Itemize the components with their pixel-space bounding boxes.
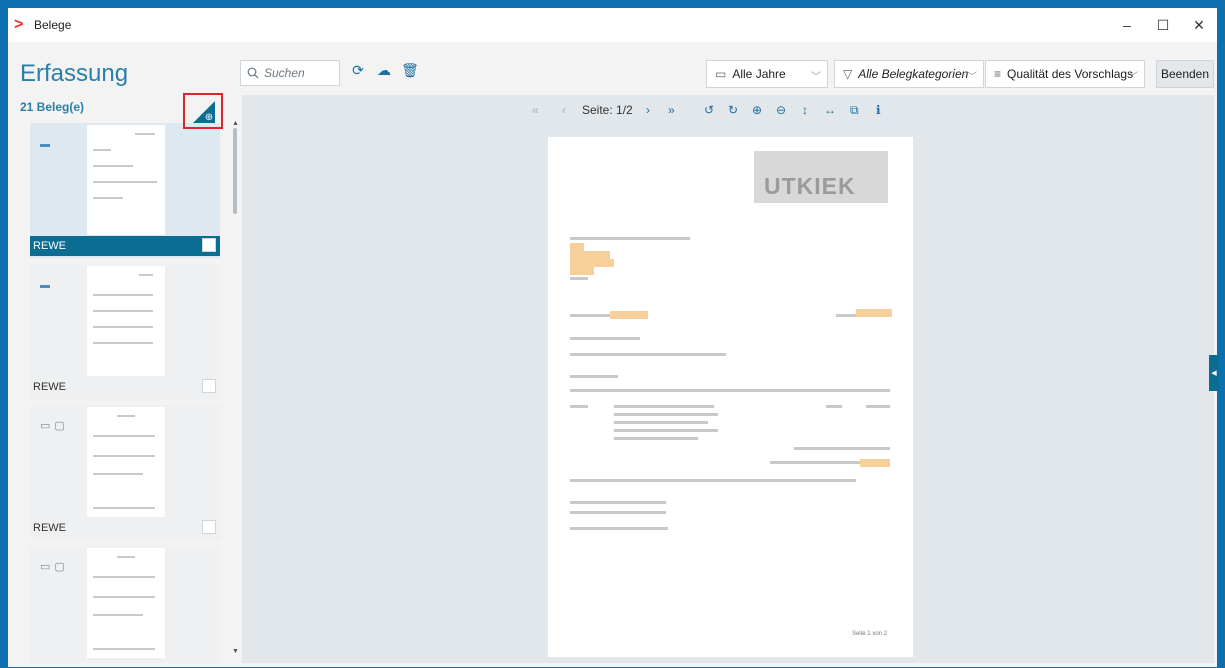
minimize-button[interactable]: – — [1109, 8, 1145, 42]
list-item-label: REWE — [33, 522, 66, 534]
scan-icon: ▬ — [40, 280, 50, 291]
list-item-label: REWE — [33, 381, 66, 393]
list-item[interactable]: ▭▢ — [30, 546, 220, 663]
maximize-button[interactable]: ☐ — [1145, 8, 1181, 42]
title-bar: > Belege – ☐ ✕ — [8, 8, 1217, 42]
categories-dropdown-value: Alle Belegkategorien — [858, 67, 969, 81]
end-button[interactable]: Beenden — [1156, 60, 1214, 88]
years-dropdown-value: Alle Jahre — [732, 67, 786, 81]
add-icon[interactable]: ⊕ — [203, 112, 215, 124]
page-title: Erfassung — [20, 60, 129, 87]
scan-comment-icon: ▭▢ — [40, 420, 69, 432]
logo-subline — [764, 159, 766, 166]
header-toolbar: Erfassung Suchen ⟳ ☁ 🗑 ▭ Alle Jahre ﹀ ▽ … — [8, 48, 1217, 98]
zoom-out-icon[interactable]: ⊖ — [776, 103, 786, 117]
categories-dropdown[interactable]: ▽ Alle Belegkategorien ﹀ — [834, 60, 984, 88]
open-external-icon[interactable]: ⧉ — [850, 103, 859, 118]
list-item[interactable]: ▬ REWE — [30, 264, 220, 399]
select-checkbox[interactable] — [202, 379, 216, 393]
next-page-icon[interactable]: › — [646, 103, 650, 117]
filter-icon: ▽ — [843, 67, 853, 81]
list-item[interactable]: ▬ REWE — [30, 123, 220, 258]
document-count: 21 Beleg(e) — [20, 100, 85, 114]
years-dropdown[interactable]: ▭ Alle Jahre ﹀ — [706, 60, 828, 88]
logo-text: UTKIEK — [764, 173, 856, 199]
close-button[interactable]: ✕ — [1181, 8, 1217, 42]
window-title: Belege — [34, 18, 72, 32]
list-scrollbar[interactable] — [233, 128, 237, 214]
document-footer: Seite 1 von 2 — [851, 631, 887, 637]
document-logo: UTKIEK — [754, 151, 888, 203]
receipt-thumbnail — [87, 125, 165, 235]
chevron-down-icon: ﹀ — [1128, 72, 1138, 83]
selected-item-marker: ⊕ — [183, 93, 223, 129]
receipt-thumbnail — [87, 266, 165, 376]
select-checkbox[interactable] — [202, 238, 216, 252]
fit-height-icon[interactable]: ↕ — [802, 103, 808, 117]
info-icon[interactable]: ℹ — [876, 103, 881, 117]
list-item[interactable]: ▭▢ REWE — [30, 405, 220, 540]
sort-dropdown-value: Qualität des Vorschlags — [1007, 67, 1134, 81]
fit-width-icon[interactable]: ↔ — [824, 103, 836, 117]
chevron-down-icon: ﹀ — [811, 72, 821, 83]
page-indicator: Seite: 1/2 — [582, 103, 633, 117]
receipt-list[interactable]: ▬ REWE ▬ REWE ▭▢ REWE ▭▢ — [20, 118, 242, 663]
calendar-icon: ▭ — [715, 67, 727, 81]
receipt-thumbnail — [87, 407, 165, 517]
first-page-icon[interactable]: « — [532, 103, 539, 117]
sort-icon: ≡ — [994, 67, 1002, 81]
sort-dropdown[interactable]: ≡ Qualität des Vorschlags ﹀ — [985, 60, 1145, 88]
chevron-down-icon: ﹀ — [967, 72, 977, 83]
select-checkbox[interactable] — [202, 520, 216, 534]
scroll-up-icon[interactable]: ▲ — [232, 120, 239, 127]
trash-icon[interactable]: 🗑 — [401, 62, 419, 82]
scan-icon: ▬ — [40, 139, 50, 150]
window-controls: – ☐ ✕ — [1109, 8, 1217, 42]
prev-page-icon[interactable]: ‹ — [562, 103, 566, 117]
list-item-label: REWE — [30, 236, 220, 256]
search-placeholder: Suchen — [264, 66, 305, 80]
receipt-thumbnail — [87, 548, 165, 658]
scan-comment-icon: ▭▢ — [40, 561, 69, 573]
app-logo-icon: > — [14, 16, 24, 33]
document-page: UTKIEK Seite 1 von 2 — [548, 137, 913, 657]
search-input[interactable]: Suchen — [240, 60, 340, 86]
scroll-down-icon[interactable]: ▼ — [232, 648, 239, 655]
rotate-right-icon[interactable]: ↻ — [728, 103, 738, 117]
expand-panel-tab[interactable]: ◀ — [1209, 355, 1219, 391]
app-window: > Belege – ☐ ✕ Erfassung Suchen ⟳ ☁ 🗑 ▭ … — [7, 7, 1219, 668]
refresh-icon[interactable]: ⟳ — [349, 62, 367, 82]
zoom-in-icon[interactable]: ⊕ — [752, 103, 762, 117]
last-page-icon[interactable]: » — [668, 103, 675, 117]
document-viewer: « ‹ Seite: 1/2 › » ↺ ↻ ⊕ ⊖ ↕ ↔ ⧉ ℹ UTKIE… — [242, 95, 1214, 663]
rotate-left-icon[interactable]: ↺ — [704, 103, 714, 117]
cloud-upload-icon[interactable]: ☁ — [375, 62, 393, 82]
search-icon — [247, 67, 259, 79]
viewer-toolbar: « ‹ Seite: 1/2 › » ↺ ↻ ⊕ ⊖ ↕ ↔ ⧉ ℹ — [242, 101, 1214, 121]
